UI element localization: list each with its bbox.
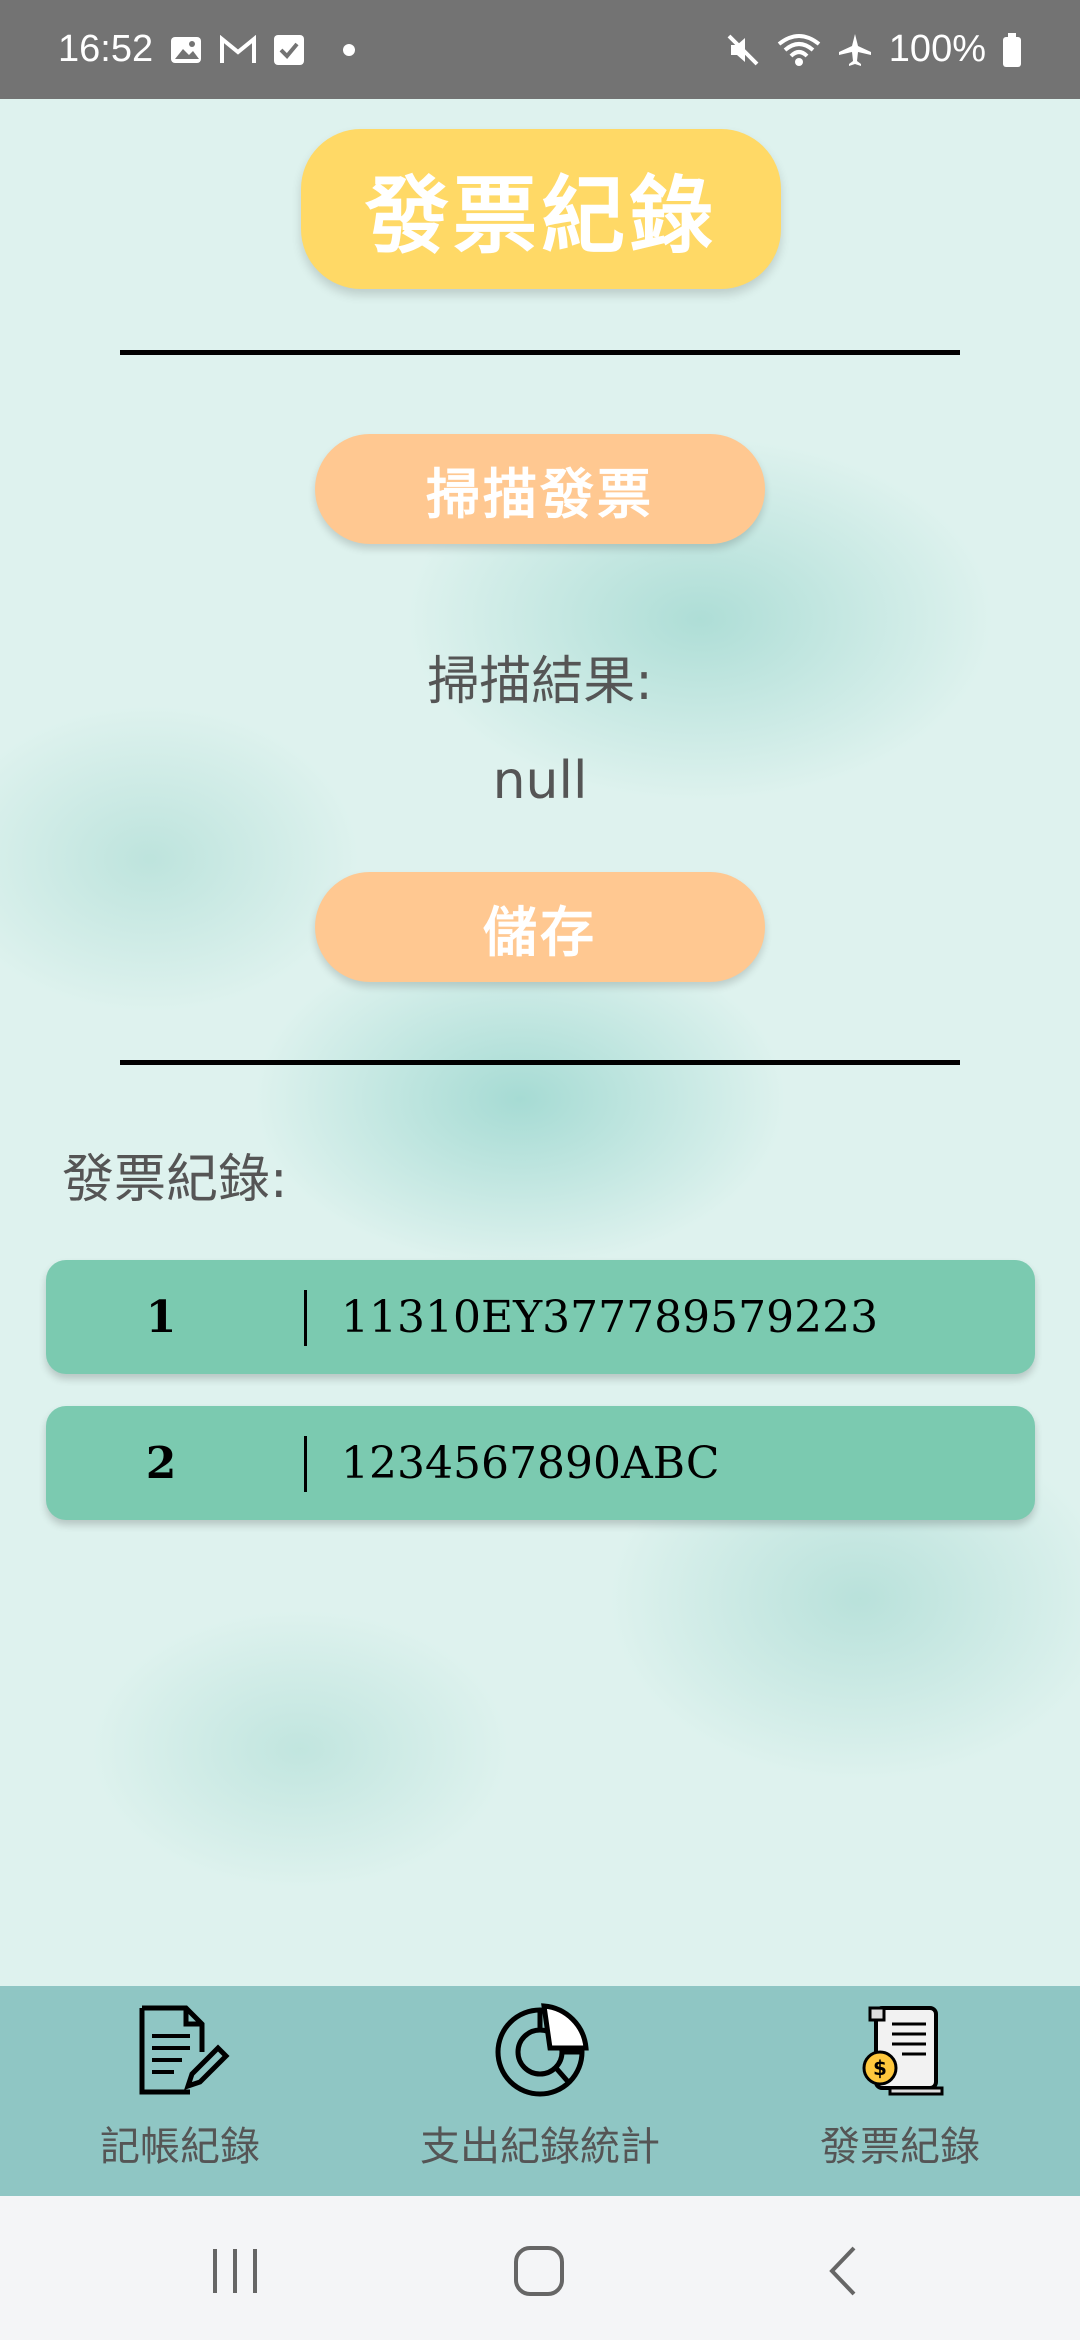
home-icon[interactable] [510, 2246, 570, 2296]
divider-bottom [120, 1060, 960, 1065]
record-row[interactable]: 1 11310EY377789579223 [46, 1260, 1035, 1374]
airplane-icon [837, 32, 873, 68]
gallery-icon [169, 33, 203, 67]
records-label: 發票紀錄: [62, 1150, 288, 1210]
record-code: 11310EY377789579223 [341, 1291, 879, 1343]
status-left: 16:52 [58, 28, 356, 71]
gmail-icon [219, 34, 257, 65]
bottom-nav: 記帳紀錄 支出紀錄統計 $ 發票紀錄 [0, 1986, 1080, 2196]
nav-item-invoices[interactable]: $ 發票紀錄 [720, 1986, 1080, 2196]
status-bar: 16:52 100% [0, 0, 1080, 99]
battery-icon [1002, 32, 1022, 67]
back-icon[interactable] [818, 2246, 878, 2296]
svg-text:$: $ [873, 2056, 887, 2080]
nav-label: 發票紀錄 [820, 2124, 980, 2170]
nav-label: 支出紀錄統計 [420, 2124, 660, 2170]
nav-item-records[interactable]: 記帳紀錄 [0, 1986, 360, 2196]
clock: 16:52 [58, 28, 154, 70]
save-button[interactable]: 儲存 [315, 872, 765, 982]
nav-item-statistics[interactable]: 支出紀錄統計 [360, 1986, 720, 2196]
receipt-icon: $ [850, 2000, 950, 2100]
page-title: 發票紀錄 [301, 129, 781, 289]
system-nav-bar [0, 2196, 1080, 2340]
record-index: 2 [145, 1437, 177, 1489]
mute-icon [725, 32, 761, 68]
notification-dot-icon [343, 43, 356, 56]
status-right: 100% [725, 28, 1022, 71]
record-separator [304, 1290, 307, 1346]
scan-result-value: null [492, 751, 588, 811]
pie-chart-icon [490, 2000, 590, 2100]
record-code: 1234567890ABC [341, 1437, 720, 1489]
battery-text: 100% [888, 28, 986, 70]
record-separator [304, 1436, 307, 1492]
record-row[interactable]: 2 1234567890ABC [46, 1406, 1035, 1520]
recents-icon[interactable] [205, 2246, 265, 2296]
check-icon [273, 34, 305, 66]
divider-top [120, 350, 960, 355]
record-index: 1 [145, 1291, 177, 1343]
nav-label: 記帳紀錄 [100, 2124, 260, 2170]
document-edit-icon [130, 2000, 230, 2100]
scan-result-label: 掃描結果: [427, 652, 653, 712]
wifi-icon [777, 32, 821, 68]
main-content: 發票紀錄 掃描發票 掃描結果: null 儲存 發票紀錄: 1 11310EY3… [0, 99, 1080, 1986]
scan-invoice-button[interactable]: 掃描發票 [315, 434, 765, 544]
